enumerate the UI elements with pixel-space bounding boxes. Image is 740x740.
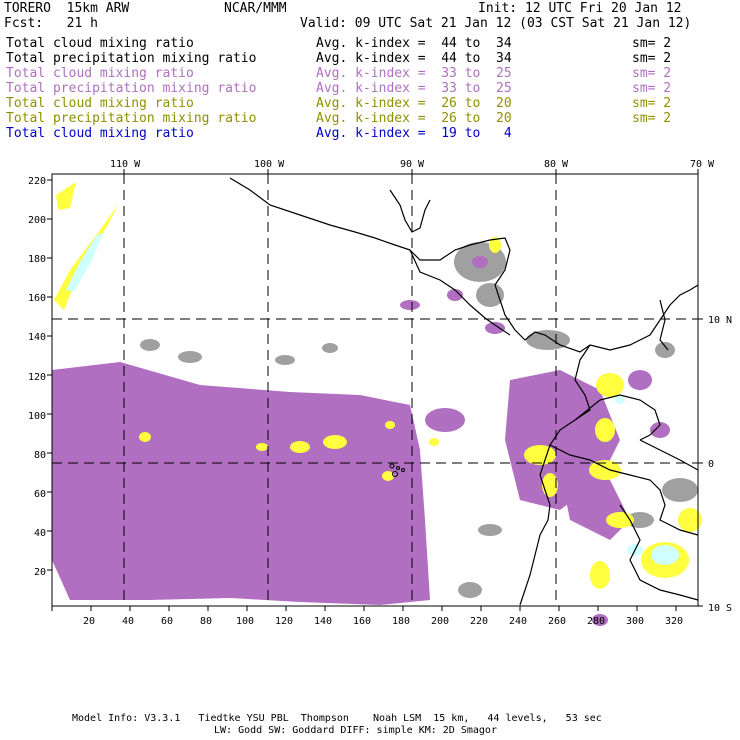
lon-label: 80 W xyxy=(544,159,569,170)
y-tick-label: 80 xyxy=(34,450,46,461)
x-tick-label: 260 xyxy=(548,616,566,627)
y-tick-label: 180 xyxy=(28,254,46,265)
lon-label: 100 W xyxy=(254,159,285,170)
x-tick-label: 80 xyxy=(200,616,212,627)
lat-label: 10 N xyxy=(708,315,732,326)
footer-physics-info: LW: Godd SW: Goddard DIFF: simple KM: 2D… xyxy=(214,725,497,736)
x-tick-label: 160 xyxy=(353,616,371,627)
x-tick-label: 200 xyxy=(431,616,449,627)
y-tick-label: 100 xyxy=(28,411,46,422)
x-tick-label: 20 xyxy=(83,616,95,627)
y-tick-label: 160 xyxy=(28,293,46,304)
map-plot: 110 W 100 W 90 W 80 W 70 W 10 N 0 10 S 2… xyxy=(28,159,732,627)
y-tick-label: 140 xyxy=(28,332,46,343)
x-tick-label: 140 xyxy=(314,616,332,627)
x-tick-label: 40 xyxy=(122,616,134,627)
cloud-fields xyxy=(52,182,702,626)
x-tick-label: 220 xyxy=(470,616,488,627)
lon-label: 90 W xyxy=(400,159,425,170)
x-tick-label: 100 xyxy=(236,616,254,627)
y-tick-label: 60 xyxy=(34,489,46,500)
y-tick-label: 200 xyxy=(28,215,46,226)
x-tick-label: 60 xyxy=(161,616,173,627)
x-tick-label: 180 xyxy=(392,616,410,627)
y-tick-label: 40 xyxy=(34,528,46,539)
x-tick-label: 320 xyxy=(665,616,683,627)
lat-label: 0 xyxy=(708,459,714,470)
lon-label: 70 W xyxy=(690,159,715,170)
x-tick-label: 300 xyxy=(626,616,644,627)
y-tick-label: 220 xyxy=(28,176,46,187)
y-tick-label: 20 xyxy=(34,567,46,578)
lon-label: 110 W xyxy=(110,159,141,170)
lat-label: 10 S xyxy=(708,603,732,614)
x-tick-label: 120 xyxy=(275,616,293,627)
x-tick-label: 240 xyxy=(509,616,527,627)
y-tick-label: 120 xyxy=(28,372,46,383)
x-tick-label: 280 xyxy=(587,616,605,627)
